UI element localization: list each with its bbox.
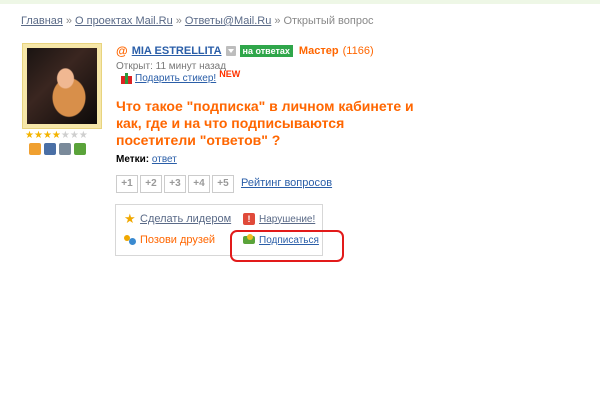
- invite-friends-action[interactable]: Позови друзей: [124, 234, 215, 246]
- star-empty-icon: ★: [69, 130, 79, 141]
- tags-label: Метки:: [116, 154, 150, 165]
- pencil-award-icon[interactable]: [74, 143, 86, 155]
- user-stars-rating: ★★★★★★★: [25, 130, 88, 141]
- vote-plus-2-button[interactable]: +2: [140, 175, 162, 193]
- vote-plus-1-button[interactable]: +1: [116, 175, 138, 193]
- avatar-photo: [27, 48, 97, 124]
- tag-link[interactable]: ответ: [152, 154, 177, 165]
- violation-action[interactable]: ! Нарушение!: [243, 213, 315, 225]
- star-filled-icon: ★: [51, 130, 61, 141]
- questions-rating-link[interactable]: Рейтинг вопросов: [241, 177, 332, 189]
- vote-plus-4-button[interactable]: +4: [188, 175, 210, 193]
- gift-sticker: Подарить стикер! NEW: [121, 69, 240, 84]
- breadcrumb-home[interactable]: Главная: [21, 15, 63, 27]
- new-label: NEW: [219, 68, 241, 79]
- breadcrumb: Главная» О проектах Mail.Ru» Ответы@Mail.R…: [21, 15, 374, 27]
- breadcrumb-mailru-projects[interactable]: О проектах Mail.Ru: [75, 15, 173, 27]
- question-opened-time: Открыт: 11 минут назад: [116, 61, 227, 72]
- user-award-badges: [29, 143, 86, 155]
- star-icon: ★: [124, 211, 136, 226]
- violation-link[interactable]: Нарушение!: [259, 214, 315, 225]
- online-badge: на ответах: [239, 45, 293, 57]
- breadcrumb-otvety[interactable]: Ответы@Mail.Ru: [185, 15, 271, 27]
- at-icon: @: [116, 44, 128, 58]
- gift-icon: [121, 73, 132, 84]
- chevron-down-icon[interactable]: [225, 46, 236, 56]
- question-title: Что такое "подписка" в личном кабинете и…: [116, 98, 414, 148]
- star-filled-icon: ★: [33, 130, 43, 141]
- invite-friends-link[interactable]: Позови друзей: [140, 234, 215, 246]
- subscribe-highlight-annotation: [230, 230, 344, 262]
- gallery-award-icon[interactable]: [59, 143, 71, 155]
- user-rank: Мастер: [298, 45, 339, 57]
- people-award-icon[interactable]: [29, 143, 41, 155]
- gift-sticker-link[interactable]: Подарить стикер!: [135, 73, 216, 84]
- breadcrumb-separator: »: [175, 15, 182, 27]
- star-filled-icon: ★: [42, 130, 52, 141]
- username-link[interactable]: MIA ESTRELLITA: [132, 45, 222, 57]
- star-filled-icon: ★: [25, 130, 34, 141]
- make-leader-link[interactable]: Сделать лидером: [140, 213, 231, 225]
- user-points: (1166): [342, 45, 374, 57]
- warning-icon: !: [243, 213, 255, 225]
- make-leader-action[interactable]: ★ Сделать лидером: [124, 211, 231, 226]
- vote-plus-5-button[interactable]: +5: [212, 175, 234, 193]
- breadcrumb-separator: »: [65, 15, 72, 27]
- user-line: @ MIA ESTRELLITA на ответах Мастер (1166…: [116, 44, 374, 58]
- vote-buttons: +1 +2 +3 +4 +5: [116, 175, 236, 193]
- camera-award-icon[interactable]: [44, 143, 56, 155]
- star-empty-icon: ★: [78, 130, 88, 141]
- breadcrumb-separator: »: [274, 15, 281, 27]
- top-strip: [0, 0, 600, 4]
- tags: Метки: ответ: [116, 154, 177, 165]
- vote-plus-3-button[interactable]: +3: [164, 175, 186, 193]
- breadcrumb-current: Открытый вопрос: [283, 15, 374, 27]
- star-empty-icon: ★: [60, 130, 70, 141]
- user-avatar[interactable]: [22, 43, 102, 129]
- people-icon: [124, 234, 136, 246]
